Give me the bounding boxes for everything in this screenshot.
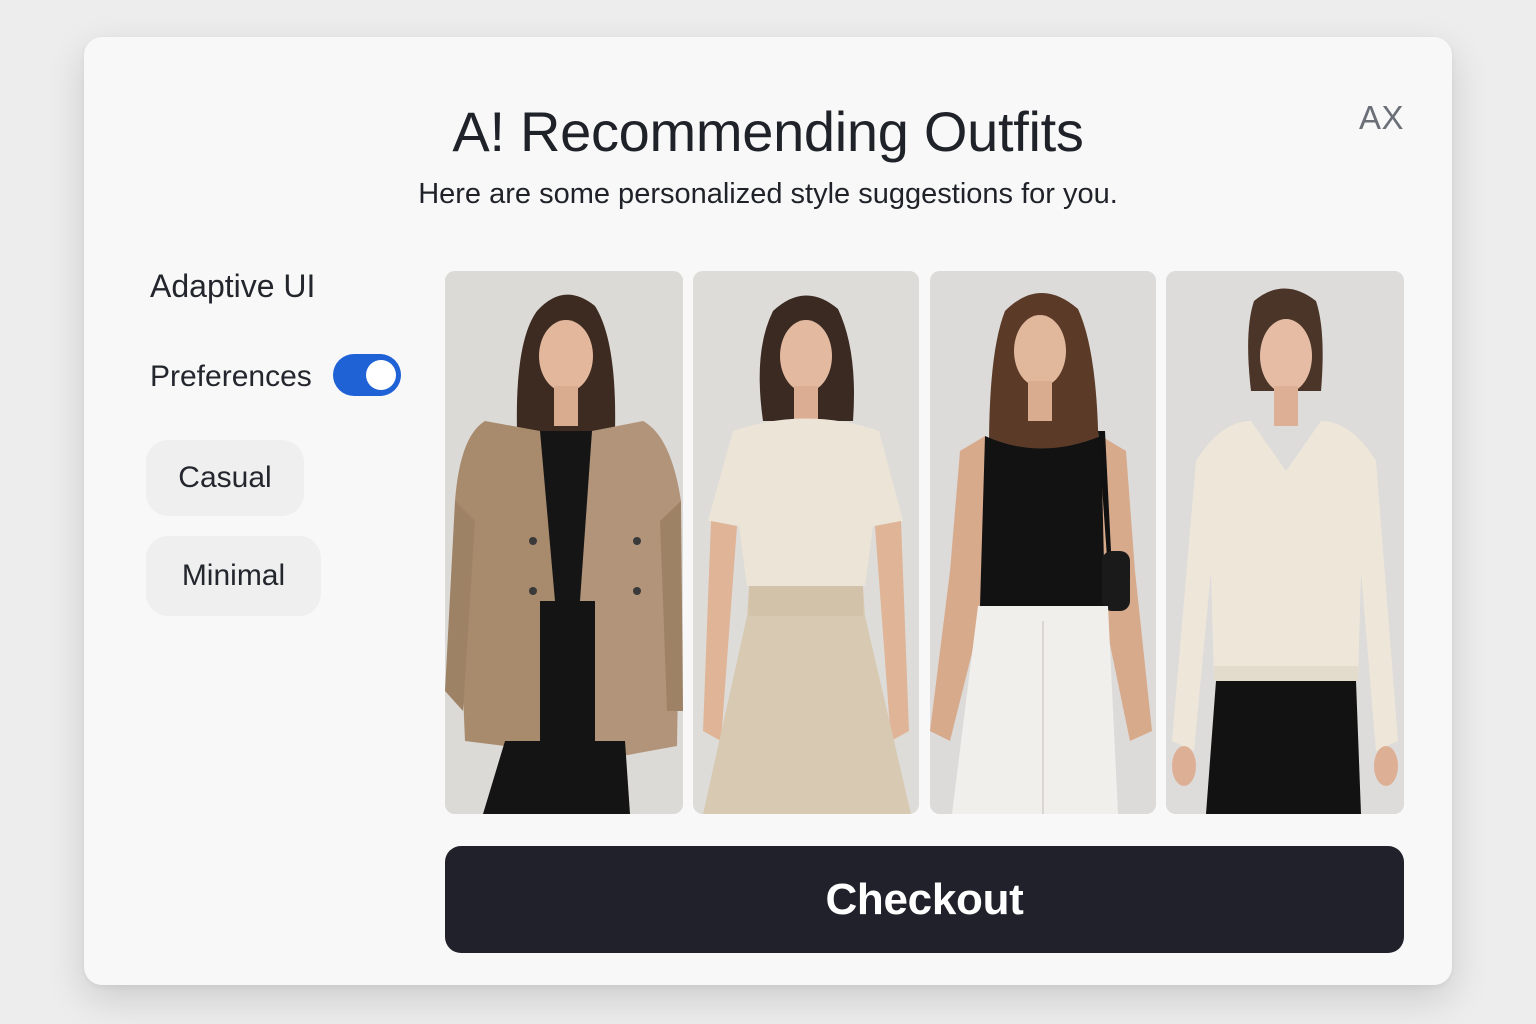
recommendations-card: A! Recommending Outfits Here are some pe… — [84, 37, 1452, 985]
outfit-card-4[interactable] — [1166, 271, 1404, 814]
page-subtitle: Here are some personalized style suggest… — [418, 178, 1118, 210]
page-title: A! Recommending Outfits — [452, 100, 1084, 163]
outfit-card-1[interactable] — [445, 271, 683, 814]
sidebar-title: Adaptive UI — [150, 268, 316, 304]
outfit-photo-4 — [1166, 271, 1404, 814]
preferences-label: Preferences — [150, 360, 312, 393]
preferences-toggle[interactable] — [333, 354, 401, 396]
outfit-photo-2 — [693, 271, 919, 814]
outfit-card-2[interactable] — [693, 271, 919, 814]
tag-chip-casual[interactable]: Casual — [146, 440, 304, 516]
outfit-photo-1 — [445, 271, 683, 814]
outfit-photo-3 — [930, 271, 1156, 814]
checkout-button[interactable]: Checkout — [445, 846, 1404, 953]
outfit-gallery — [445, 271, 1404, 814]
outfit-card-3[interactable] — [930, 271, 1156, 814]
toggle-knob — [366, 360, 396, 390]
tag-chip-minimal[interactable]: Minimal — [146, 536, 321, 616]
user-avatar[interactable]: AX — [1359, 99, 1404, 137]
